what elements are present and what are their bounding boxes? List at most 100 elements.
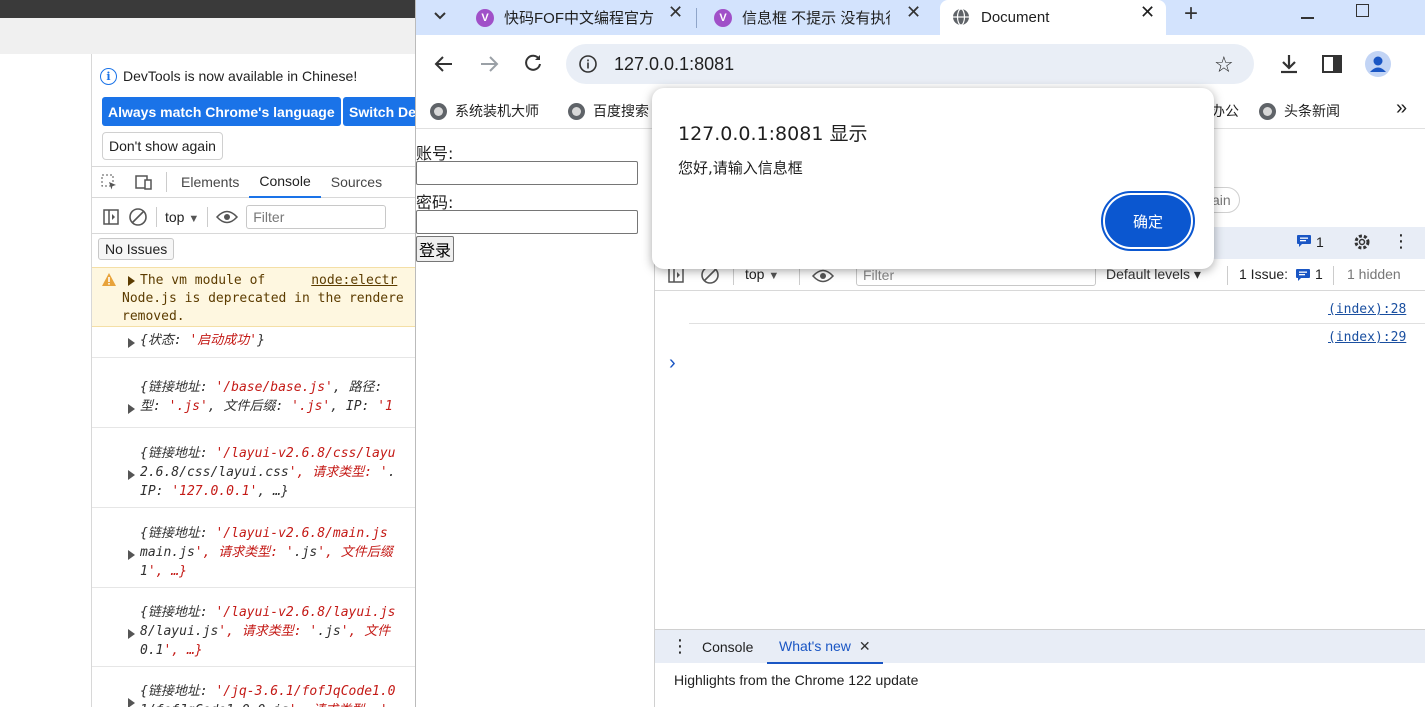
- dropdown-arrow-icon: ▼: [188, 212, 200, 225]
- console-prompt-icon[interactable]: ›: [669, 352, 676, 375]
- console-message[interactable]: {链接地址: '/layui-v2.6.8/main.js main.js', 请…: [92, 514, 422, 588]
- language-infobar: i DevTools is now available in Chinese!: [100, 66, 357, 86]
- console-message[interactable]: {链接地址: '/base/base.js', 路径: 型: '.js', 文件后…: [92, 368, 422, 428]
- forward-icon[interactable]: [479, 54, 499, 74]
- message-line: 2.6.8/css/layui.css', 请求类型: '.: [140, 465, 396, 480]
- tab-console[interactable]: Console: [249, 167, 321, 198]
- tab-fof-official[interactable]: V 快码FOF中文编程官方: [476, 0, 654, 35]
- device-toolbar-icon[interactable]: [126, 173, 162, 191]
- side-panel-icon[interactable]: [1322, 55, 1342, 73]
- drawer-tab-label: What's new: [779, 638, 851, 654]
- background-devtools-window: i DevTools is now available in Chinese! …: [0, 0, 422, 707]
- expand-arrow-icon[interactable]: [128, 698, 135, 707]
- background-page-area: [0, 54, 92, 707]
- console-message[interactable]: {链接地址: '/jq-3.6.1/fofJqCode1.0 1/fofJqCod…: [92, 672, 422, 707]
- divider: [207, 206, 209, 227]
- close-icon[interactable]: ✕: [859, 638, 871, 655]
- globe-icon: [1259, 102, 1276, 120]
- tab-title: 信息框 不提示 没有执行: [742, 10, 890, 27]
- maximize-icon[interactable]: [1356, 4, 1369, 17]
- bookmarks-overflow-icon[interactable]: »: [1396, 97, 1407, 120]
- divider: [166, 172, 167, 192]
- issues-message-icon[interactable]: [1297, 235, 1311, 247]
- expand-arrow-icon[interactable]: [128, 550, 135, 560]
- login-button[interactable]: 登录: [416, 236, 455, 262]
- info-icon: i: [100, 67, 117, 85]
- message-line: IP: '127.0.0.1', …}: [140, 484, 289, 499]
- download-icon[interactable]: [1278, 53, 1300, 75]
- v-favicon-icon: V: [714, 8, 732, 27]
- live-expression-eye-icon[interactable]: [216, 209, 239, 225]
- expand-arrow-icon[interactable]: [128, 629, 135, 639]
- console-message[interactable]: {状态: '启动成功'}: [92, 330, 422, 358]
- bookmark-label: 百度搜索: [593, 103, 649, 119]
- address-bar[interactable]: 127.0.0.1:8081 ☆: [566, 44, 1254, 84]
- drawer-tab-console[interactable]: Console: [702, 630, 753, 664]
- expand-arrow-icon[interactable]: [128, 404, 135, 414]
- whats-new-text: Highlights from the Chrome 122 update: [674, 672, 919, 688]
- back-icon[interactable]: [434, 54, 454, 74]
- clear-console-icon[interactable]: [128, 207, 148, 227]
- warning-line-1: The vm module of: [140, 273, 266, 288]
- close-icon[interactable]: ✕: [668, 2, 683, 23]
- console-message[interactable]: {链接地址: '/layui-v2.6.8/css/layu 2.6.8/css/…: [92, 434, 422, 508]
- tab-elements[interactable]: Elements: [171, 167, 249, 198]
- bookmark-star-icon[interactable]: ☆: [1214, 52, 1234, 78]
- hidden-count[interactable]: 1 hidden: [1347, 266, 1401, 282]
- live-expression-eye-icon[interactable]: [812, 268, 834, 284]
- account-input[interactable]: [416, 161, 638, 185]
- warning-icon: [102, 273, 116, 286]
- expand-arrow-icon[interactable]: [128, 470, 135, 480]
- settings-gear-icon[interactable]: [1352, 232, 1372, 252]
- switch-language-button[interactable]: Switch De: [343, 97, 422, 126]
- tab-info-box[interactable]: V 信息框 不提示 没有执行: [714, 0, 890, 35]
- profile-avatar[interactable]: [1365, 51, 1391, 77]
- message-line: 8/layui.js', 请求类型: '.js', 文件: [140, 624, 391, 639]
- warning-line-2: Node.js is deprecated in the rendere: [122, 291, 404, 306]
- filter-input[interactable]: Filter: [246, 204, 387, 229]
- inspect-element-icon[interactable]: [92, 173, 126, 191]
- dont-show-again-button[interactable]: Don't show again: [102, 132, 223, 160]
- bookmark-label: 头条新闻: [1284, 103, 1340, 119]
- bookmark-item[interactable]: 办公: [1211, 101, 1239, 121]
- menu-icon[interactable]: ⋮: [1419, 52, 1425, 77]
- more-options-icon[interactable]: ⋮: [1392, 231, 1410, 252]
- drawer-tab-whats-new[interactable]: What's new ✕: [767, 630, 883, 664]
- source-link[interactable]: (index):28: [1328, 302, 1406, 317]
- console-message[interactable]: {链接地址: '/layui-v2.6.8/layui.js 8/layui.js…: [92, 593, 422, 667]
- source-link[interactable]: (index):29: [1328, 330, 1406, 345]
- tab-strip: V 快码FOF中文编程官方 ✕ V 信息框 不提示 没有执行 ✕ Documen…: [416, 0, 1425, 35]
- ok-button[interactable]: 确定: [1101, 191, 1195, 251]
- issues-label[interactable]: 1 Issue:: [1239, 266, 1288, 282]
- tab-sources[interactable]: Sources: [321, 167, 392, 198]
- expand-arrow-icon[interactable]: [128, 276, 135, 286]
- log-separator: [689, 323, 1425, 324]
- always-match-language-button[interactable]: Always match Chrome's language: [102, 97, 341, 126]
- no-issues-button[interactable]: No Issues: [98, 238, 175, 260]
- bookmark-item[interactable]: 系统装机大师: [430, 101, 539, 121]
- expand-arrow-icon[interactable]: [128, 338, 135, 348]
- close-icon[interactable]: ✕: [1140, 2, 1155, 23]
- bookmark-item[interactable]: 头条新闻: [1259, 101, 1340, 121]
- new-tab-button[interactable]: +: [1184, 0, 1198, 28]
- tab-title: 快码FOF中文编程官方: [504, 10, 654, 27]
- alert-dialog: 127.0.0.1:8081 显示 您好,请输入信息框 确定: [652, 88, 1214, 269]
- browser-toolbar: 127.0.0.1:8081 ☆ ⋮: [416, 35, 1425, 91]
- tab-document[interactable]: Document ✕: [940, 0, 1166, 35]
- tab-title: Document: [981, 9, 1050, 26]
- close-icon[interactable]: ✕: [906, 2, 921, 23]
- bookmark-label: 办公: [1211, 103, 1239, 119]
- message-line: {链接地址: '/layui-v2.6.8/layui.js: [140, 605, 396, 620]
- sidebar-toggle-icon[interactable]: [102, 208, 120, 226]
- message-line: {链接地址: '/base/base.js', 路径:: [140, 380, 383, 395]
- site-info-icon[interactable]: [578, 54, 598, 74]
- minimize-icon[interactable]: [1301, 17, 1314, 19]
- warning-link[interactable]: node:electr: [311, 273, 397, 288]
- alert-message: 您好,请输入信息框: [678, 159, 803, 177]
- reload-icon[interactable]: [523, 53, 543, 73]
- context-selector[interactable]: top ▼: [165, 209, 199, 225]
- drawer-menu-icon[interactable]: ⋮: [671, 636, 689, 657]
- password-input[interactable]: [416, 210, 638, 234]
- bookmark-item[interactable]: 百度搜索: [568, 101, 649, 121]
- tab-search-icon[interactable]: [430, 5, 450, 25]
